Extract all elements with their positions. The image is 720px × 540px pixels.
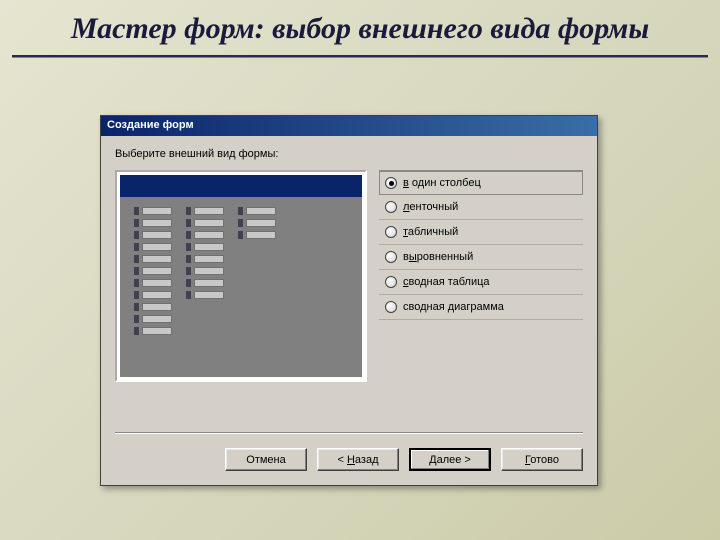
option-label: выровненный: [403, 251, 473, 263]
radio-icon: [385, 251, 397, 263]
layout-preview: [115, 170, 367, 382]
wizard-button-bar: Отмена < Назад Далее > Готово: [101, 448, 597, 485]
option-label: сводная диаграмма: [403, 301, 504, 313]
radio-icon: [385, 177, 397, 189]
radio-icon: [385, 301, 397, 313]
radio-icon: [385, 201, 397, 213]
option-label: сводная таблица: [403, 276, 490, 288]
layout-option-3[interactable]: выровненный: [379, 245, 583, 270]
option-label: в один столбец: [403, 177, 481, 189]
button-separator: [115, 432, 583, 434]
preview-header-bar: [120, 175, 362, 197]
layout-option-1[interactable]: ленточный: [379, 195, 583, 220]
layout-option-0[interactable]: в один столбец: [379, 171, 583, 195]
slide-divider: [12, 55, 708, 58]
layout-option-5[interactable]: сводная диаграмма: [379, 295, 583, 320]
cancel-button[interactable]: Отмена: [225, 448, 307, 471]
layout-option-4[interactable]: сводная таблица: [379, 270, 583, 295]
instruction-text: Выберите внешний вид формы:: [115, 148, 583, 160]
option-label: ленточный: [403, 201, 458, 213]
dialog-content: Выберите внешний вид формы: в один столб…: [101, 136, 597, 448]
next-button[interactable]: Далее >: [409, 448, 491, 471]
option-label: табличный: [403, 226, 458, 238]
dialog-titlebar: Создание форм: [101, 116, 597, 136]
layout-option-2[interactable]: табличный: [379, 220, 583, 245]
back-button[interactable]: < Назад: [317, 448, 399, 471]
layout-options: в один столбец ленточный табличный выровнен…: [379, 170, 583, 320]
radio-icon: [385, 226, 397, 238]
slide-title: Мастер форм: выбор внешнего вида формы: [0, 0, 720, 55]
radio-icon: [385, 276, 397, 288]
form-wizard-dialog: Создание форм Выберите внешний вид формы…: [100, 115, 598, 486]
finish-button[interactable]: Готово: [501, 448, 583, 471]
